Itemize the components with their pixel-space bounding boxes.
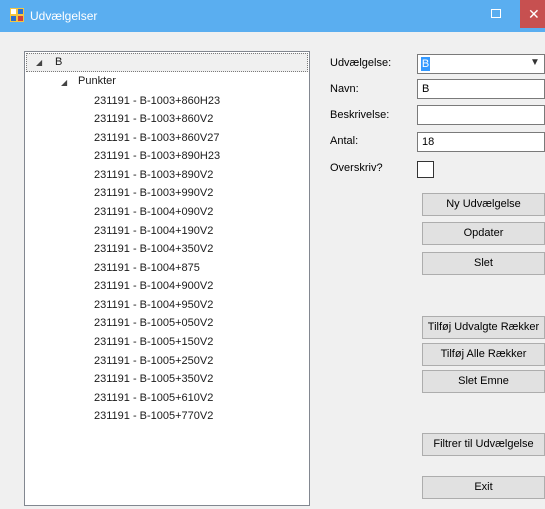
count-label: Antal: bbox=[330, 135, 359, 147]
tree-item[interactable]: 231191 - B-1005+350V2 bbox=[94, 373, 213, 385]
delete-button[interactable]: Slet bbox=[422, 252, 545, 275]
tree-item[interactable]: 231191 - B-1004+350V2 bbox=[94, 243, 213, 255]
title-bar[interactable]: Udvælgelser ✕ bbox=[0, 0, 545, 32]
close-icon: ✕ bbox=[528, 6, 540, 22]
tree-item[interactable]: 231191 - B-1003+860V2 bbox=[94, 113, 213, 125]
udvaelgelser-window: Udvælgelser ✕ ◢ B ◢ Punkter 231191 - B-1… bbox=[0, 0, 545, 509]
tree-root-label[interactable]: B bbox=[55, 56, 62, 68]
tree-item[interactable]: 231191 - B-1005+150V2 bbox=[94, 336, 213, 348]
tree-item[interactable]: 231191 - B-1003+860V27 bbox=[94, 132, 220, 144]
selection-dropdown[interactable]: B ▼ bbox=[417, 54, 545, 74]
tree-item[interactable]: 231191 - B-1005+250V2 bbox=[94, 355, 213, 367]
description-label: Beskrivelse: bbox=[330, 109, 390, 121]
selection-label: Udvælgelse: bbox=[330, 57, 392, 69]
tree-item[interactable]: 231191 - B-1005+770V2 bbox=[94, 410, 213, 422]
tree-item[interactable]: 231191 - B-1005+050V2 bbox=[94, 317, 213, 329]
tree-item[interactable]: 231191 - B-1003+890H23 bbox=[94, 150, 220, 162]
filter-to-selection-button[interactable]: Filtrer til Udvælgelse bbox=[422, 433, 545, 456]
tree-item[interactable]: 231191 - B-1004+090V2 bbox=[94, 206, 213, 218]
add-selected-rows-button[interactable]: Tilføj Udvalgte Rækker bbox=[422, 316, 545, 339]
tree-item[interactable]: 231191 - B-1004+875 bbox=[94, 262, 200, 274]
add-all-rows-button[interactable]: Tilføj Alle Rækker bbox=[422, 343, 545, 366]
chevron-down-icon[interactable]: ▼ bbox=[530, 57, 540, 68]
maximize-icon bbox=[491, 9, 501, 18]
overwrite-checkbox[interactable] bbox=[417, 161, 434, 178]
delete-item-button[interactable]: Slet Emne bbox=[422, 370, 545, 393]
exit-button[interactable]: Exit bbox=[422, 476, 545, 499]
tree-group-label[interactable]: Punkter bbox=[78, 75, 116, 87]
expanded-triangle-icon[interactable]: ◢ bbox=[36, 58, 42, 67]
selection-tree[interactable]: ◢ B ◢ Punkter 231191 - B-1003+860H23 231… bbox=[24, 51, 310, 506]
name-label: Navn: bbox=[330, 83, 359, 95]
count-field[interactable]: 18 bbox=[417, 132, 545, 152]
close-button[interactable]: ✕ bbox=[520, 0, 545, 28]
tree-item[interactable]: 231191 - B-1005+610V2 bbox=[94, 392, 213, 404]
tree-item[interactable]: 231191 - B-1003+990V2 bbox=[94, 187, 213, 199]
tree-item[interactable]: 231191 - B-1004+900V2 bbox=[94, 280, 213, 292]
tree-item[interactable]: 231191 - B-1004+190V2 bbox=[94, 225, 213, 237]
tree-item[interactable]: 231191 - B-1003+890V2 bbox=[94, 169, 213, 181]
app-icon bbox=[10, 8, 24, 22]
description-field[interactable] bbox=[417, 105, 545, 125]
overwrite-label: Overskriv? bbox=[330, 162, 383, 174]
selection-value: B bbox=[421, 57, 430, 71]
tree-item[interactable]: 231191 - B-1004+950V2 bbox=[94, 299, 213, 311]
name-field[interactable]: B bbox=[417, 79, 545, 99]
tree-root-node[interactable]: ◢ B bbox=[26, 53, 308, 72]
window-title: Udvælgelser bbox=[30, 9, 98, 23]
tree-item[interactable]: 231191 - B-1003+860H23 bbox=[94, 95, 220, 107]
new-selection-button[interactable]: Ny Udvælgelse bbox=[422, 193, 545, 216]
maximize-button[interactable] bbox=[474, 0, 520, 28]
update-button[interactable]: Opdater bbox=[422, 222, 545, 245]
expanded-triangle-icon[interactable]: ◢ bbox=[61, 78, 67, 87]
